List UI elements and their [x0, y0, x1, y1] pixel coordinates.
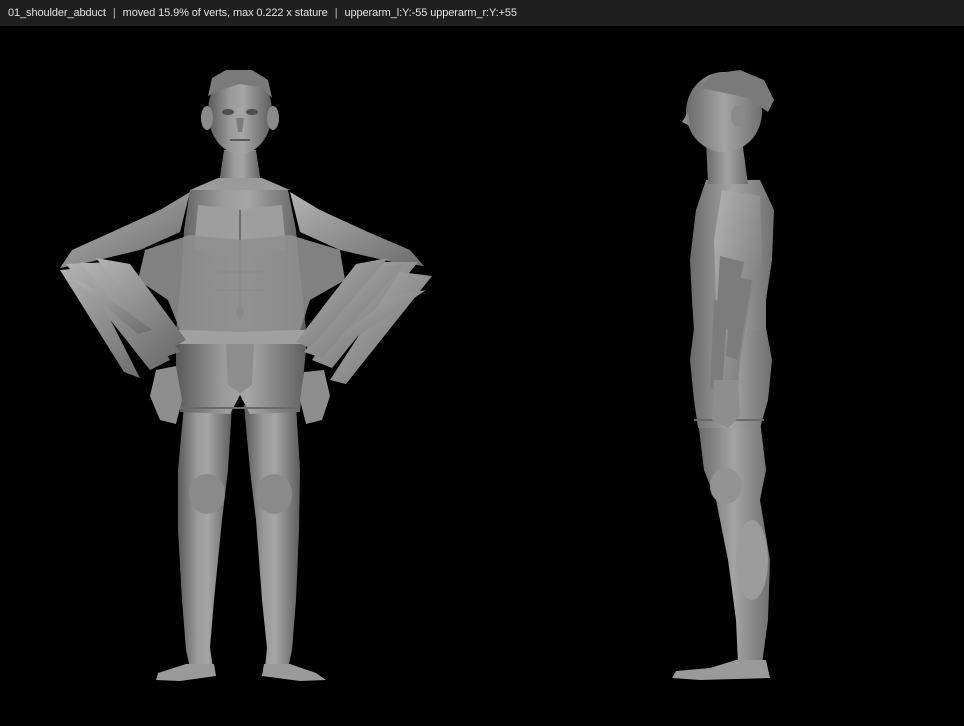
front-right-leg [244, 405, 300, 668]
separator: | [112, 7, 116, 19]
side-view-figure [672, 70, 774, 680]
pose-params: upperarm_l:Y:-55 upperarm_r:Y:+55 [344, 7, 517, 19]
front-left-foot [156, 664, 216, 681]
front-right-knee [256, 474, 292, 514]
side-ear [731, 105, 745, 127]
front-shorts-band [176, 330, 308, 344]
front-left-knee [189, 474, 225, 514]
front-right-foot [262, 664, 326, 681]
front-view-figure [60, 70, 432, 681]
separator: | [334, 7, 338, 19]
front-shorts-pouch [226, 344, 254, 393]
front-right-ear [267, 106, 279, 130]
side-knee [710, 468, 742, 504]
front-left-leg [178, 405, 232, 668]
render-window: 01_shoulder_abduct | moved 15.9% of vert… [0, 0, 964, 726]
render-canvas [60, 70, 774, 681]
front-right-hand [300, 370, 330, 424]
front-left-hand [150, 366, 182, 424]
front-left-ear [201, 106, 213, 130]
scene-name: 01_shoulder_abduct [8, 7, 106, 19]
deform-stats: moved 15.9% of verts, max 0.222 x statur… [122, 7, 328, 19]
render-viewport [0, 26, 964, 726]
side-calf [736, 520, 768, 600]
status-bar: 01_shoulder_abduct | moved 15.9% of vert… [0, 0, 964, 26]
front-shoulder-line [190, 178, 290, 190]
side-foot [672, 660, 770, 680]
